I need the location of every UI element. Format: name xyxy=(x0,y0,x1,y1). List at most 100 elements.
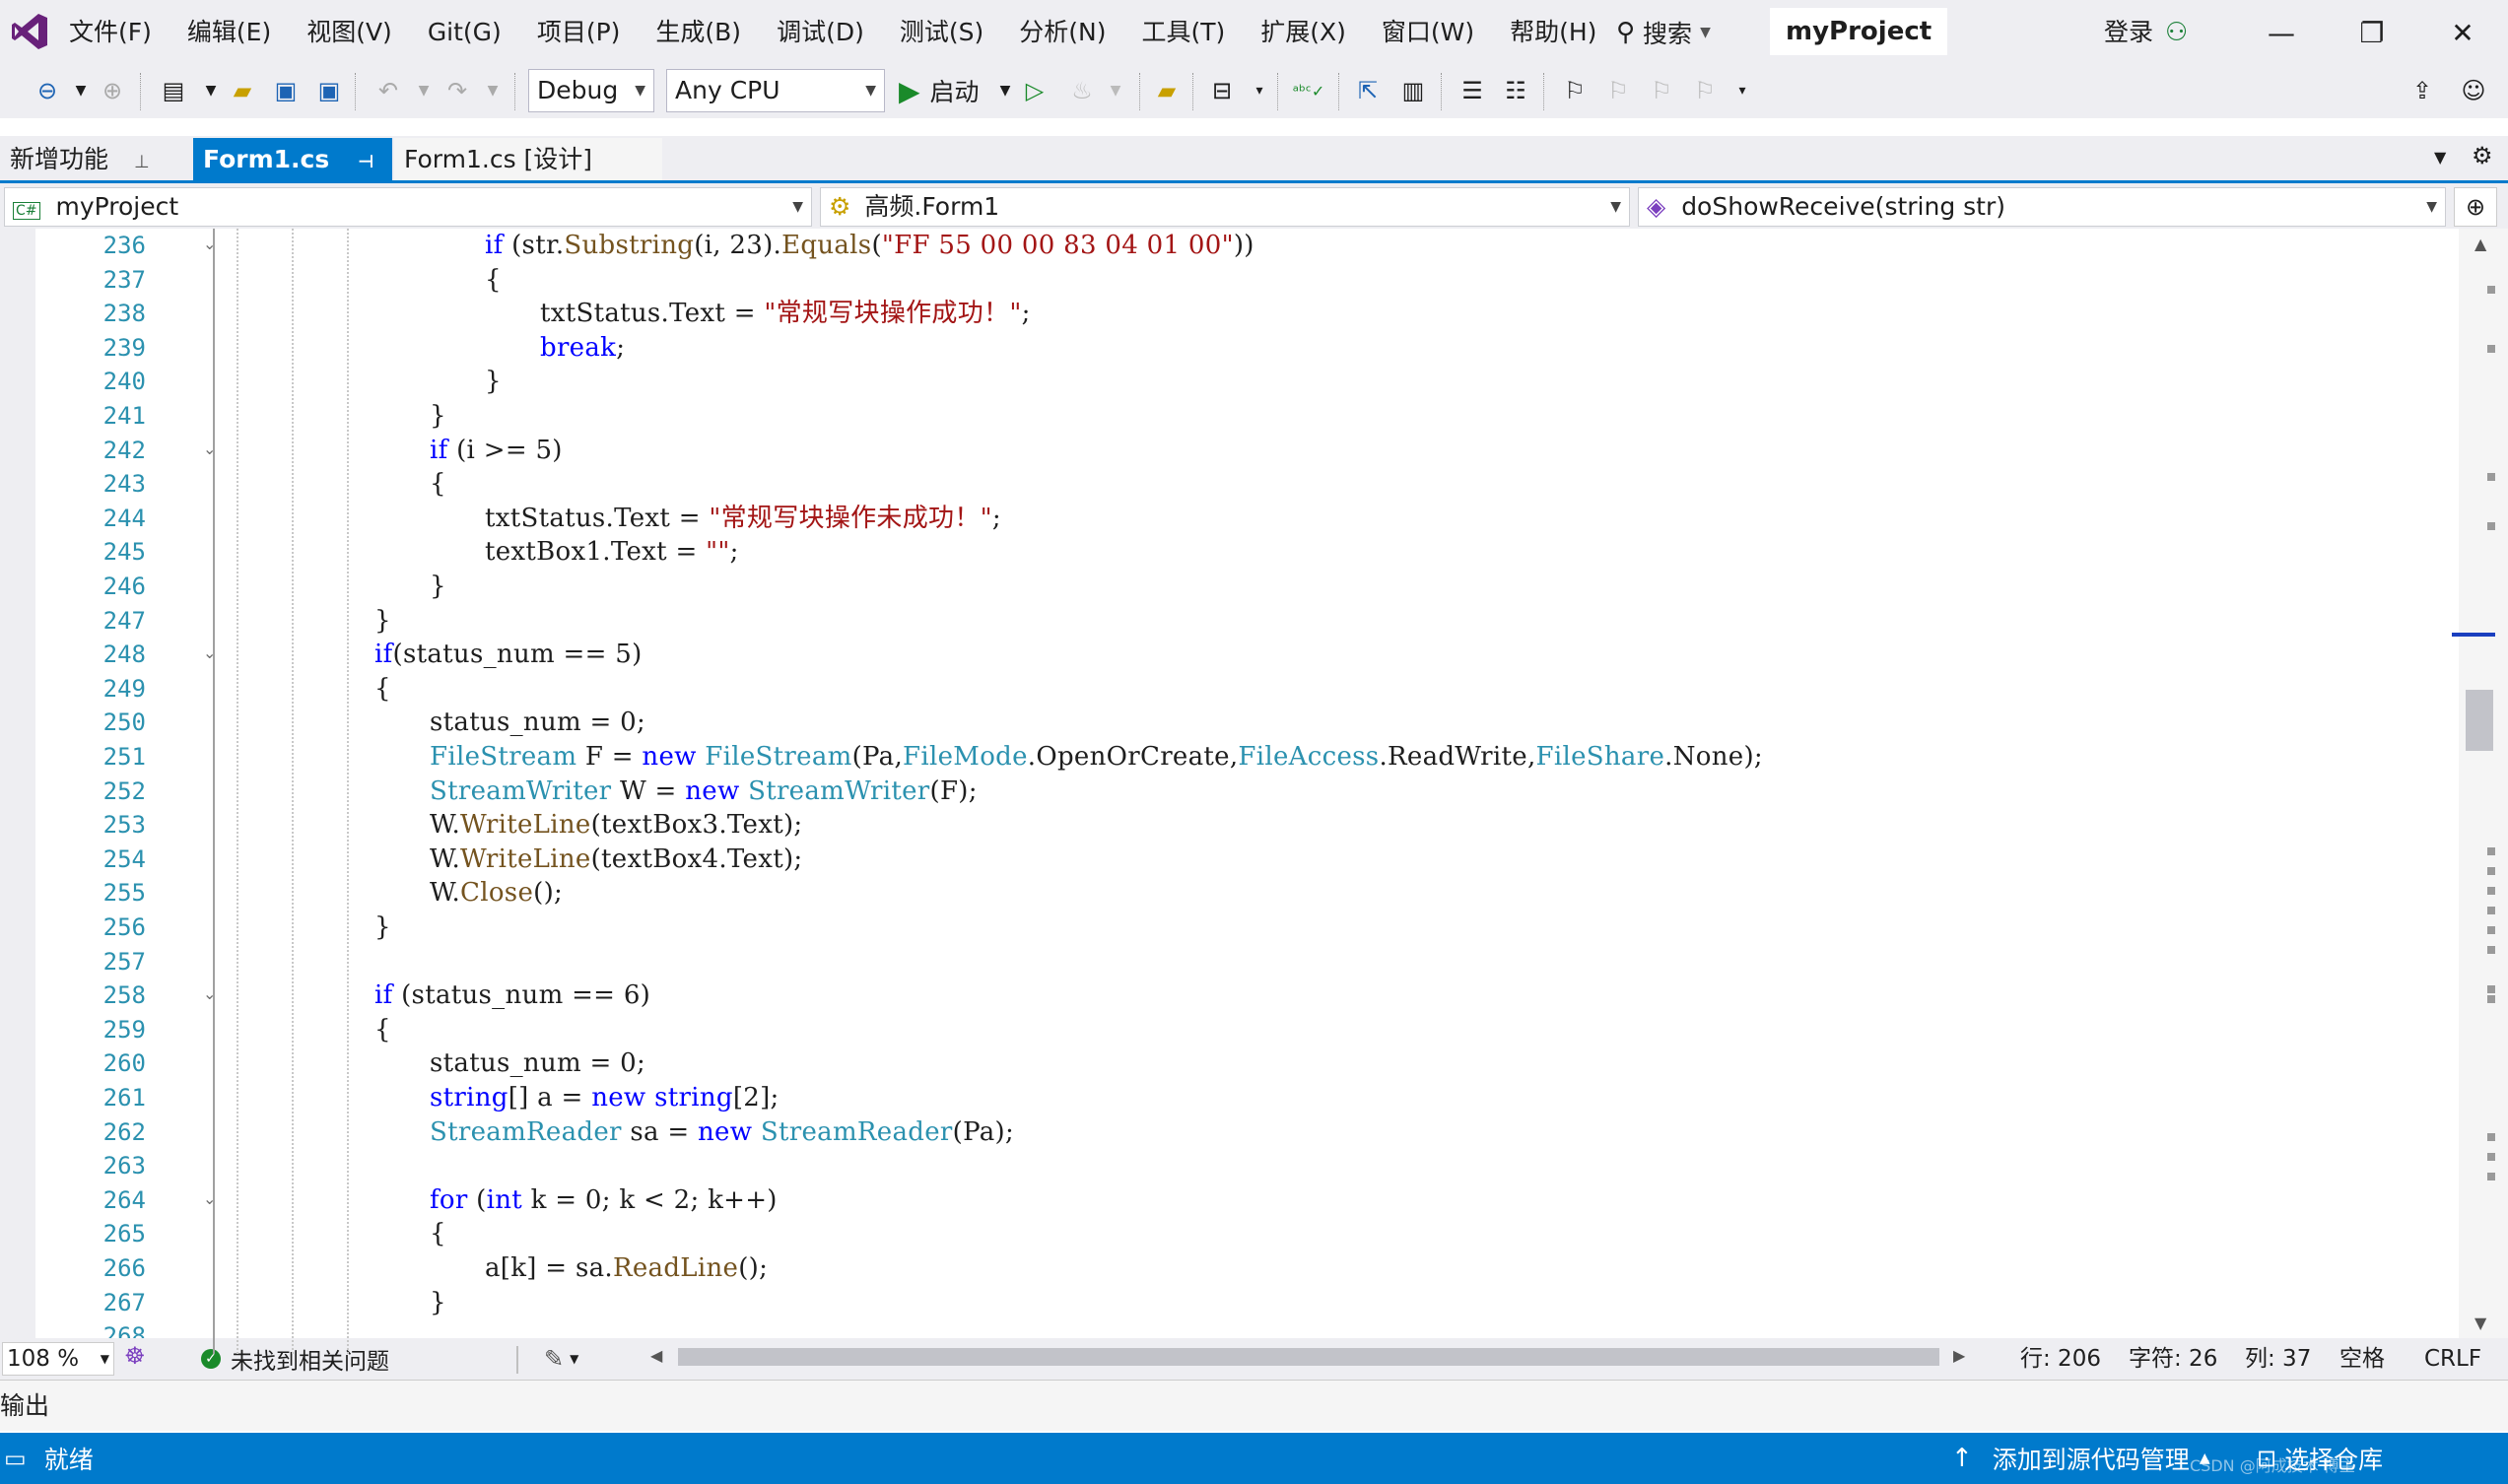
menu-item[interactable]: 帮助(H) xyxy=(1492,0,1614,65)
code-line[interactable]: 255 W.Close(); xyxy=(0,876,2459,911)
vertical-scrollbar[interactable]: ▲ ▼ xyxy=(2459,229,2508,1338)
code-line[interactable]: 260 status_num = 0; xyxy=(0,1046,2459,1081)
undo-dropdown[interactable]: ▼ xyxy=(408,75,440,106)
clear-bookmarks-button[interactable]: ⚐ xyxy=(1689,75,1721,106)
code-line[interactable]: 237 { xyxy=(0,263,2459,298)
code-line[interactable]: 246} xyxy=(0,570,2459,604)
output-panel-tab[interactable]: 输出 xyxy=(0,1380,2508,1431)
start-debugging-button[interactable]: ▶ 启动 xyxy=(899,69,980,112)
code-line[interactable]: 243 { xyxy=(0,467,2459,502)
menu-item[interactable]: 文件(F) xyxy=(51,0,169,65)
menu-item[interactable]: 工具(T) xyxy=(1123,0,1243,65)
solution-configuration-select[interactable]: Debug ▼ xyxy=(528,69,654,112)
code-line[interactable]: 253 W.WriteLine(textBox3.Text); xyxy=(0,808,2459,843)
code-line[interactable]: 259 { xyxy=(0,1013,2459,1047)
code-line[interactable]: 258 if (status_num == 6) xyxy=(0,978,2459,1013)
project-select[interactable]: C# myProject ▼ xyxy=(4,187,812,227)
start-without-debugging-button[interactable]: ▷ xyxy=(1019,75,1051,106)
code-line[interactable]: 250 status_num = 0; xyxy=(0,706,2459,740)
code-line[interactable]: 267} xyxy=(0,1286,2459,1320)
code-line[interactable]: 257 xyxy=(0,945,2459,979)
code-line[interactable]: 263 xyxy=(0,1149,2459,1183)
code-line[interactable]: 238 txtStatus.Text = "常规写块操作成功！"; xyxy=(0,297,2459,331)
navigate-forward-button[interactable]: ⊕ xyxy=(97,75,128,106)
tab-settings-button[interactable]: ⚙ xyxy=(2472,142,2493,169)
menu-item[interactable]: 扩展(X) xyxy=(1243,0,1364,65)
code-line[interactable]: 241} xyxy=(0,399,2459,434)
open-file-button[interactable]: ▰ xyxy=(227,75,258,106)
code-line[interactable]: 254 W.WriteLine(textBox4.Text); xyxy=(0,843,2459,877)
menu-item[interactable]: 编辑(E) xyxy=(169,0,289,65)
menu-item[interactable]: Git(G) xyxy=(410,0,519,65)
login-button[interactable]: 登录 ⚇ xyxy=(2104,0,2188,65)
code-line[interactable]: 236 if (str.Substring(i, 23).Equals("FF 5… xyxy=(0,229,2459,263)
line-indicator[interactable]: 行: 206 xyxy=(2020,1342,2101,1376)
code-line[interactable]: 247} xyxy=(0,604,2459,639)
intellicode-button[interactable]: ☸ xyxy=(124,1342,146,1370)
char-indicator[interactable]: 字符: 26 xyxy=(2129,1342,2217,1376)
scroll-left-button[interactable]: ◀ xyxy=(650,1346,662,1365)
navigate-back-button[interactable]: ⊖ xyxy=(32,75,63,106)
save-button[interactable]: ▣ xyxy=(270,75,302,106)
code-line[interactable]: 264 for (int k = 0; k < 2; k++) xyxy=(0,1183,2459,1218)
step-into-button[interactable]: ⇱ xyxy=(1352,75,1384,106)
comment-button[interactable]: ☰ xyxy=(1457,75,1488,106)
new-project-dropdown[interactable]: ▼ xyxy=(195,75,227,106)
tab-list-dropdown[interactable]: ▼ xyxy=(2434,148,2446,167)
format-button[interactable]: ▥ xyxy=(1397,75,1429,106)
menu-item[interactable]: 项目(P) xyxy=(519,0,639,65)
horizontal-scroll-thumb[interactable] xyxy=(678,1348,1939,1366)
split-window-button[interactable]: ⊕ xyxy=(2454,187,2497,227)
code-line[interactable]: 261 string[] a = new string[2]; xyxy=(0,1081,2459,1115)
zoom-select[interactable]: 108 % ▼ xyxy=(2,1342,114,1376)
search-box[interactable]: ⚲ 搜索 ▼ xyxy=(1616,0,1711,65)
menu-item[interactable]: 测试(S) xyxy=(882,0,1001,65)
minimize-button[interactable]: — xyxy=(2237,0,2326,65)
feedback-button[interactable]: ☺ xyxy=(2458,75,2489,106)
new-project-button[interactable]: ▤ xyxy=(158,75,189,106)
menu-item[interactable]: 窗口(W) xyxy=(1364,0,1492,65)
code-line[interactable]: 265 { xyxy=(0,1217,2459,1251)
class-select[interactable]: ⚙ 高频.Form1 ▼ xyxy=(820,187,1630,227)
toolbar-overflow-button[interactable]: ▾ xyxy=(1727,75,1758,106)
code-line[interactable]: 262 StreamReader sa = new StreamReader(Pa… xyxy=(0,1115,2459,1150)
member-select[interactable]: ◈ doShowReceive(string str) ▼ xyxy=(1638,187,2446,227)
tab-form1-cs[interactable]: Form1.cs ⊣ ✕ xyxy=(193,138,417,181)
code-line[interactable]: 242 if (i >= 5) xyxy=(0,434,2459,468)
tab-whats-new[interactable]: 新增功能 ⊥ xyxy=(0,138,160,181)
undo-button[interactable]: ↶ xyxy=(373,75,404,106)
menu-item[interactable]: 视图(V) xyxy=(289,0,410,65)
hot-reload-dropdown[interactable]: ▼ xyxy=(1100,75,1131,106)
uncomment-button[interactable]: ☷ xyxy=(1500,75,1531,106)
column-indicator[interactable]: 列: 37 xyxy=(2245,1342,2311,1376)
browse-folder-button[interactable]: ▰ xyxy=(1151,75,1183,106)
add-to-source-control-button[interactable]: ↑ 添加到源代码管理 ▲ xyxy=(1951,1433,2210,1484)
code-line[interactable]: 251 FileStream F = new FileStream(Pa,File… xyxy=(0,740,2459,775)
code-line[interactable]: 248 if(status_num == 5) xyxy=(0,638,2459,672)
code-line[interactable]: 256} xyxy=(0,911,2459,945)
issues-indicator[interactable]: ✓ 未找到相关问题 xyxy=(201,1342,389,1376)
next-bookmark-button[interactable]: ⚐ xyxy=(1646,75,1677,106)
close-window-button[interactable]: ✕ xyxy=(2418,0,2507,65)
code-cleanup-button[interactable]: ✎ ▼ xyxy=(544,1342,578,1376)
code-line[interactable]: 244 txtStatus.Text = "常规写块操作未成功！"; xyxy=(0,502,2459,536)
code-line[interactable]: 245 textBox1.Text = ""; xyxy=(0,535,2459,570)
save-all-button[interactable]: ▣ xyxy=(313,75,345,106)
previous-bookmark-button[interactable]: ⚐ xyxy=(1602,75,1634,106)
code-line[interactable]: 240} xyxy=(0,365,2459,399)
code-line[interactable]: 252 StreamWriter W = new StreamWriter(F); xyxy=(0,775,2459,809)
layout-dropdown[interactable]: ▾ xyxy=(1244,75,1275,106)
code-line[interactable]: 249 { xyxy=(0,672,2459,707)
scroll-right-button[interactable]: ▶ xyxy=(1953,1346,1965,1365)
live-share-button[interactable]: ⇪ xyxy=(2406,75,2438,106)
restore-button[interactable]: ❐ xyxy=(2328,0,2416,65)
code-line[interactable]: 239 break; xyxy=(0,331,2459,366)
spell-check-button[interactable]: ᵃᵇᶜ✓ xyxy=(1293,75,1324,106)
bookmark-button[interactable]: ⚐ xyxy=(1559,75,1591,106)
back-dropdown[interactable]: ▼ xyxy=(65,75,97,106)
layout-button[interactable]: ⊟ xyxy=(1206,75,1238,106)
redo-button[interactable]: ↷ xyxy=(441,75,473,106)
tab-form1-design[interactable]: Form1.cs [设计] xyxy=(394,138,662,181)
redo-dropdown[interactable]: ▼ xyxy=(477,75,508,106)
hot-reload-button[interactable]: ♨ xyxy=(1066,75,1098,106)
